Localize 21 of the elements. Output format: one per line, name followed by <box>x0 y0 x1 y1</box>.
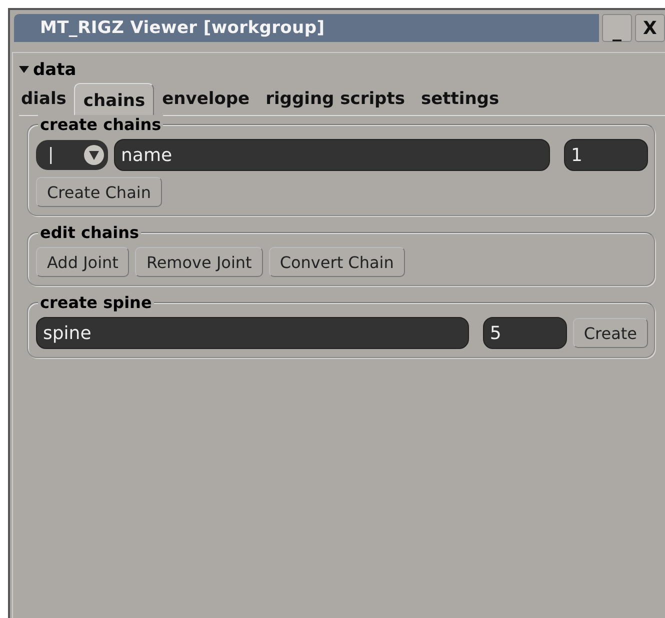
caret-icon[interactable] <box>19 66 29 74</box>
tab[interactable]: envelope <box>154 87 258 115</box>
input-field[interactable]: spine <box>36 317 469 349</box>
group-title: create spine <box>38 293 154 313</box>
close-button[interactable]: X <box>635 14 665 42</box>
button[interactable]: Remove Joint <box>135 247 263 277</box>
tab[interactable]: chains <box>74 83 154 115</box>
input-field[interactable]: name <box>114 139 550 171</box>
input-field[interactable]: 1 <box>564 139 648 171</box>
tab[interactable]: dials <box>19 87 74 115</box>
input-field[interactable]: 5 <box>482 317 567 349</box>
tab[interactable]: settings <box>412 87 508 115</box>
button[interactable]: Add Joint <box>36 247 130 277</box>
section-label[interactable]: data <box>33 60 76 80</box>
button[interactable]: Create <box>572 318 648 348</box>
button[interactable]: Create Chain <box>36 177 162 207</box>
dropdown[interactable]: | <box>36 140 108 170</box>
button[interactable]: Convert Chain <box>268 247 405 277</box>
window-title: MT_RIGZ Viewer [workgroup] <box>14 14 599 42</box>
minimize-button[interactable]: _ <box>602 14 632 42</box>
tab[interactable]: rigging scripts <box>258 87 413 115</box>
